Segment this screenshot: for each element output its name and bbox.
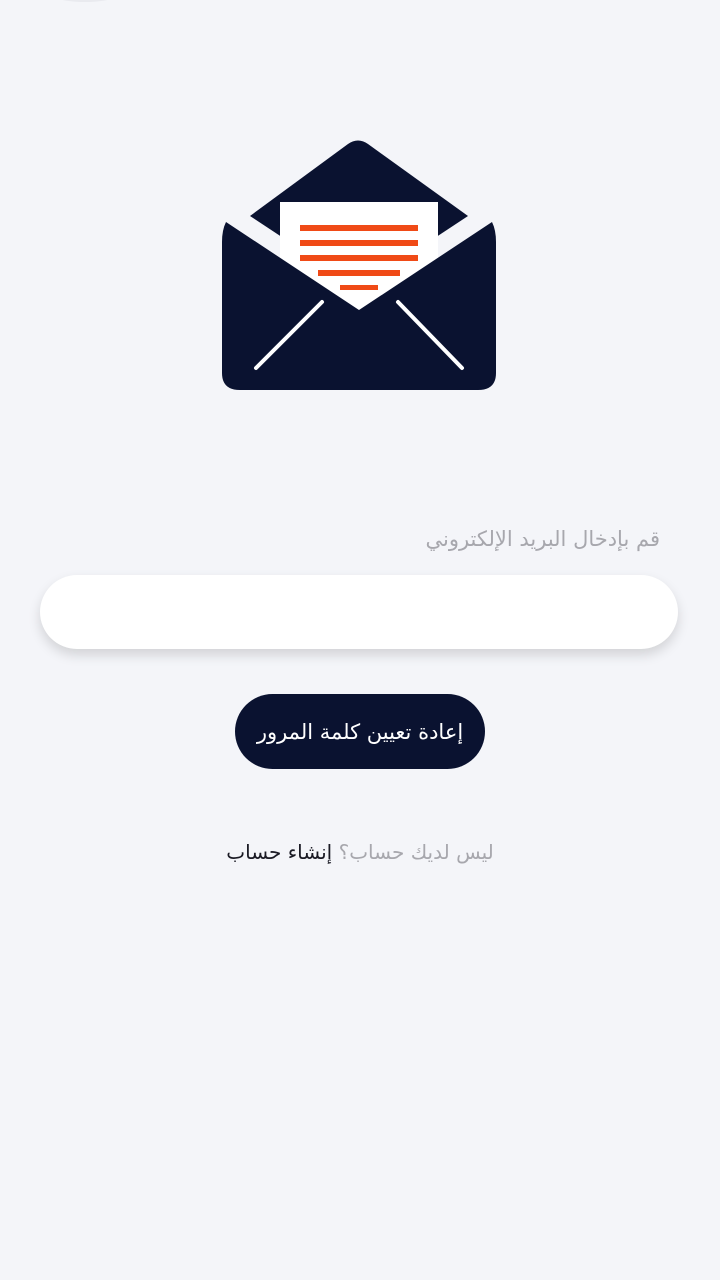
create-account-link[interactable]: إنشاء حساب [226, 840, 332, 864]
signup-prompt: ليس لديك حساب؟ إنشاء حساب [0, 840, 720, 864]
reset-password-button[interactable]: إعادة تعيين كلمة المرور [235, 694, 485, 769]
email-label: قم بإدخال البريد الإلكتروني [425, 527, 660, 551]
signup-question: ليس لديك حساب؟ [338, 840, 494, 864]
open-envelope-icon [222, 140, 496, 390]
decorative-circle [40, 0, 130, 2]
email-input[interactable] [40, 575, 678, 649]
